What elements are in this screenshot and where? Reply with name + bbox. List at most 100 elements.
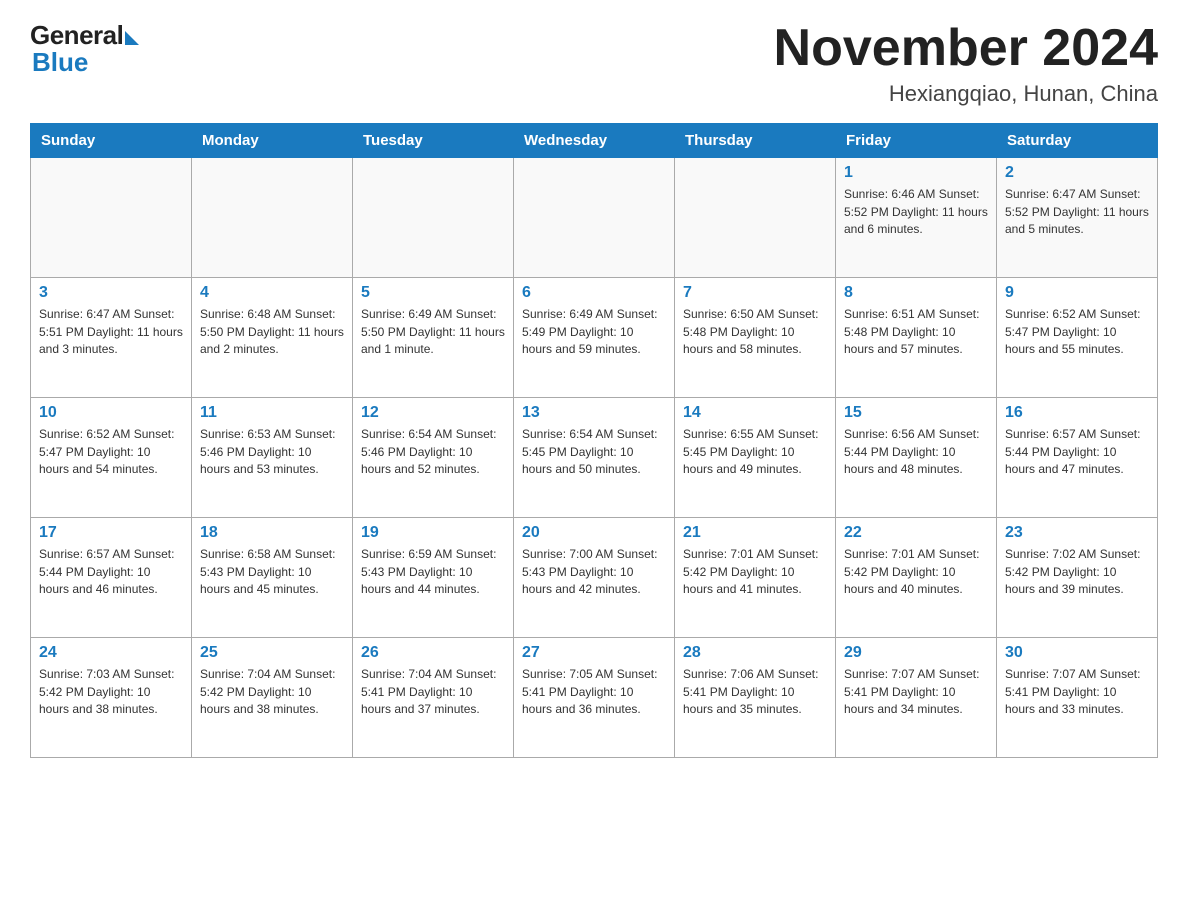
day-info: Sunrise: 6:53 AM Sunset: 5:46 PM Dayligh…: [200, 426, 344, 478]
day-number: 5: [361, 284, 505, 302]
day-info: Sunrise: 6:49 AM Sunset: 5:50 PM Dayligh…: [361, 306, 505, 358]
day-info: Sunrise: 6:46 AM Sunset: 5:52 PM Dayligh…: [844, 186, 988, 238]
calendar-cell: 29 Sunrise: 7:07 AM Sunset: 5:41 PM Dayli…: [836, 638, 997, 758]
day-number: 19: [361, 524, 505, 542]
calendar-cell: 20Sunrise: 7:00 AM Sunset: 5:43 PM Dayli…: [514, 518, 675, 638]
calendar-cell: 1 Sunrise: 6:46 AM Sunset: 5:52 PM Daylig…: [836, 158, 997, 278]
day-info: Sunrise: 6:47 AM Sunset: 5:52 PM Dayligh…: [1005, 186, 1149, 238]
week-row-4: 17 Sunrise: 6:57 AM Sunset: 5:44 PM Dayli…: [31, 518, 1158, 638]
calendar-cell: 24 Sunrise: 7:03 AM Sunset: 5:42 PM Dayli…: [31, 638, 192, 758]
day-info: Sunrise: 7:05 AM Sunset: 5:41 PM Dayligh…: [522, 666, 666, 718]
logo-arrow-icon: [125, 31, 139, 45]
day-info: Sunrise: 6:57 AM Sunset: 5:44 PM Dayligh…: [1005, 426, 1149, 478]
day-info: Sunrise: 6:54 AM Sunset: 5:45 PM Dayligh…: [522, 426, 666, 478]
calendar-cell: [675, 158, 836, 278]
calendar-cell: 4 Sunrise: 6:48 AM Sunset: 5:50 PM Daylig…: [192, 278, 353, 398]
day-info: Sunrise: 6:57 AM Sunset: 5:44 PM Dayligh…: [39, 546, 183, 598]
calendar-cell: 7 Sunrise: 6:50 AM Sunset: 5:48 PM Daylig…: [675, 278, 836, 398]
calendar-cell: 14 Sunrise: 6:55 AM Sunset: 5:45 PM Dayli…: [675, 398, 836, 518]
weekday-header-thursday: Thursday: [675, 124, 836, 158]
calendar-cell: [31, 158, 192, 278]
day-number: 11: [200, 404, 344, 422]
day-number: 9: [1005, 284, 1149, 302]
day-info: Sunrise: 6:47 AM Sunset: 5:51 PM Dayligh…: [39, 306, 183, 358]
day-number: 1: [844, 164, 988, 182]
calendar-cell: 15 Sunrise: 6:56 AM Sunset: 5:44 PM Dayli…: [836, 398, 997, 518]
calendar-cell: 28 Sunrise: 7:06 AM Sunset: 5:41 PM Dayli…: [675, 638, 836, 758]
day-info: Sunrise: 7:06 AM Sunset: 5:41 PM Dayligh…: [683, 666, 827, 718]
calendar-cell: 22 Sunrise: 7:01 AM Sunset: 5:42 PM Dayli…: [836, 518, 997, 638]
weekday-header-wednesday: Wednesday: [514, 124, 675, 158]
calendar-cell: 5 Sunrise: 6:49 AM Sunset: 5:50 PM Daylig…: [353, 278, 514, 398]
day-info: Sunrise: 7:03 AM Sunset: 5:42 PM Dayligh…: [39, 666, 183, 718]
day-number: 8: [844, 284, 988, 302]
day-number: 29: [844, 644, 988, 662]
calendar-cell: [353, 158, 514, 278]
day-number: 4: [200, 284, 344, 302]
calendar-table: SundayMondayTuesdayWednesdayThursdayFrid…: [30, 123, 1158, 758]
day-number: 25: [200, 644, 344, 662]
day-number: 18: [200, 524, 344, 542]
day-number: 22: [844, 524, 988, 542]
day-number: 13: [522, 404, 666, 422]
calendar-cell: [192, 158, 353, 278]
day-info: Sunrise: 6:52 AM Sunset: 5:47 PM Dayligh…: [1005, 306, 1149, 358]
calendar-cell: 25 Sunrise: 7:04 AM Sunset: 5:42 PM Dayli…: [192, 638, 353, 758]
calendar-cell: 13 Sunrise: 6:54 AM Sunset: 5:45 PM Dayli…: [514, 398, 675, 518]
calendar-cell: 12Sunrise: 6:54 AM Sunset: 5:46 PM Dayli…: [353, 398, 514, 518]
day-info: Sunrise: 7:02 AM Sunset: 5:42 PM Dayligh…: [1005, 546, 1149, 598]
week-row-1: 1 Sunrise: 6:46 AM Sunset: 5:52 PM Daylig…: [31, 158, 1158, 278]
day-number: 3: [39, 284, 183, 302]
day-info: Sunrise: 6:55 AM Sunset: 5:45 PM Dayligh…: [683, 426, 827, 478]
day-number: 28: [683, 644, 827, 662]
calendar-cell: 10Sunrise: 6:52 AM Sunset: 5:47 PM Dayli…: [31, 398, 192, 518]
day-info: Sunrise: 7:00 AM Sunset: 5:43 PM Dayligh…: [522, 546, 666, 598]
calendar-cell: 3 Sunrise: 6:47 AM Sunset: 5:51 PM Daylig…: [31, 278, 192, 398]
day-number: 27: [522, 644, 666, 662]
calendar-cell: 8 Sunrise: 6:51 AM Sunset: 5:48 PM Daylig…: [836, 278, 997, 398]
day-number: 17: [39, 524, 183, 542]
weekday-header-saturday: Saturday: [997, 124, 1158, 158]
week-row-2: 3 Sunrise: 6:47 AM Sunset: 5:51 PM Daylig…: [31, 278, 1158, 398]
day-info: Sunrise: 6:48 AM Sunset: 5:50 PM Dayligh…: [200, 306, 344, 358]
day-number: 2: [1005, 164, 1149, 182]
day-info: Sunrise: 6:51 AM Sunset: 5:48 PM Dayligh…: [844, 306, 988, 358]
calendar-cell: 21 Sunrise: 7:01 AM Sunset: 5:42 PM Dayli…: [675, 518, 836, 638]
week-row-5: 24 Sunrise: 7:03 AM Sunset: 5:42 PM Dayli…: [31, 638, 1158, 758]
day-number: 26: [361, 644, 505, 662]
logo: General Blue: [30, 20, 139, 78]
calendar-cell: 23 Sunrise: 7:02 AM Sunset: 5:42 PM Dayli…: [997, 518, 1158, 638]
day-number: 6: [522, 284, 666, 302]
calendar-cell: [514, 158, 675, 278]
calendar-cell: 9 Sunrise: 6:52 AM Sunset: 5:47 PM Daylig…: [997, 278, 1158, 398]
calendar-cell: 11 Sunrise: 6:53 AM Sunset: 5:46 PM Dayli…: [192, 398, 353, 518]
day-info: Sunrise: 6:59 AM Sunset: 5:43 PM Dayligh…: [361, 546, 505, 598]
day-info: Sunrise: 6:50 AM Sunset: 5:48 PM Dayligh…: [683, 306, 827, 358]
day-info: Sunrise: 7:07 AM Sunset: 5:41 PM Dayligh…: [1005, 666, 1149, 718]
day-number: 14: [683, 404, 827, 422]
weekday-header-friday: Friday: [836, 124, 997, 158]
day-info: Sunrise: 7:01 AM Sunset: 5:42 PM Dayligh…: [844, 546, 988, 598]
day-info: Sunrise: 6:54 AM Sunset: 5:46 PM Dayligh…: [361, 426, 505, 478]
calendar-cell: 6Sunrise: 6:49 AM Sunset: 5:49 PM Daylig…: [514, 278, 675, 398]
day-info: Sunrise: 7:07 AM Sunset: 5:41 PM Dayligh…: [844, 666, 988, 718]
title-area: November 2024 Hexiangqiao, Hunan, China: [774, 20, 1158, 107]
calendar-cell: 2 Sunrise: 6:47 AM Sunset: 5:52 PM Daylig…: [997, 158, 1158, 278]
day-info: Sunrise: 7:01 AM Sunset: 5:42 PM Dayligh…: [683, 546, 827, 598]
day-number: 10: [39, 404, 183, 422]
header: General Blue November 2024 Hexiangqiao, …: [30, 20, 1158, 107]
day-info: Sunrise: 6:56 AM Sunset: 5:44 PM Dayligh…: [844, 426, 988, 478]
calendar-cell: 16 Sunrise: 6:57 AM Sunset: 5:44 PM Dayli…: [997, 398, 1158, 518]
weekday-header-tuesday: Tuesday: [353, 124, 514, 158]
day-number: 7: [683, 284, 827, 302]
location-title: Hexiangqiao, Hunan, China: [774, 81, 1158, 107]
day-info: Sunrise: 7:04 AM Sunset: 5:42 PM Dayligh…: [200, 666, 344, 718]
day-number: 24: [39, 644, 183, 662]
calendar-cell: 30 Sunrise: 7:07 AM Sunset: 5:41 PM Dayli…: [997, 638, 1158, 758]
day-number: 21: [683, 524, 827, 542]
day-number: 15: [844, 404, 988, 422]
day-number: 30: [1005, 644, 1149, 662]
day-number: 16: [1005, 404, 1149, 422]
calendar-cell: 18Sunrise: 6:58 AM Sunset: 5:43 PM Dayli…: [192, 518, 353, 638]
day-number: 23: [1005, 524, 1149, 542]
